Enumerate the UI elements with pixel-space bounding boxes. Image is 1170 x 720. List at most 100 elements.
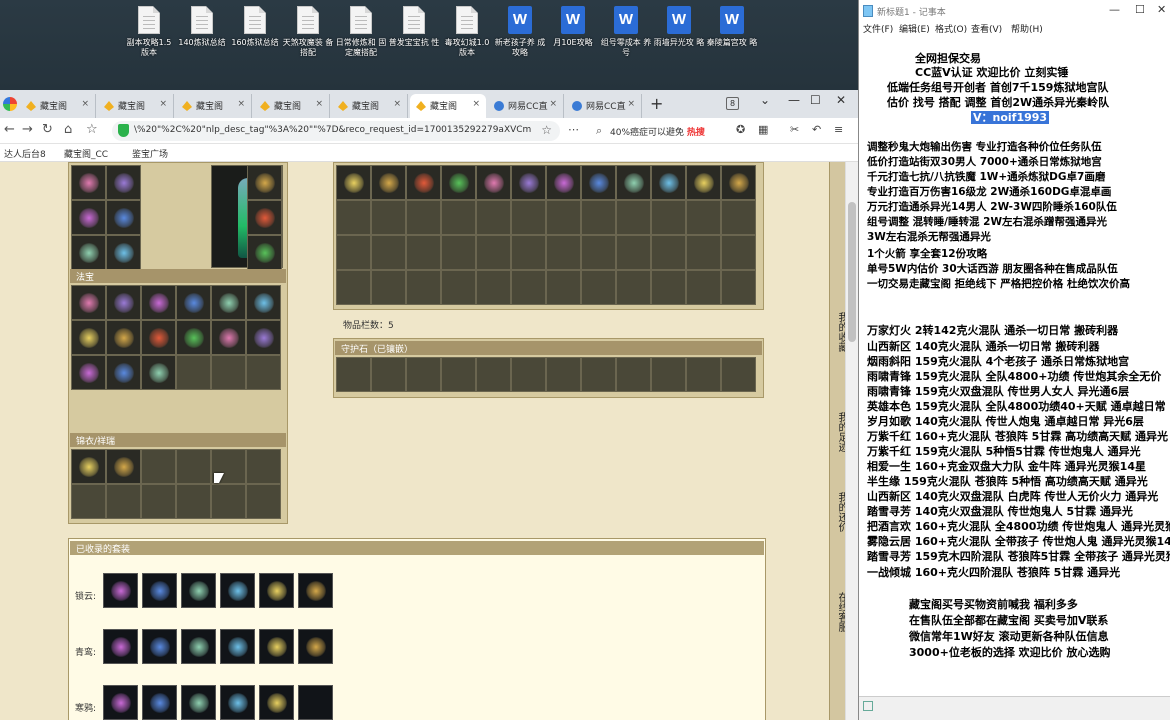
browser-tab[interactable]: 网易CC直 × (566, 94, 642, 118)
equipment-slot[interactable] (106, 200, 141, 235)
desktop-icon[interactable]: 普发宝宝抗 性 (387, 6, 441, 48)
suit-item-slot[interactable] (259, 685, 294, 720)
tab-close-icon[interactable]: × (237, 99, 245, 109)
desktop-icon[interactable]: W 月10E攻略 (546, 6, 600, 48)
pet-slot[interactable] (141, 449, 176, 484)
pet-slot[interactable] (176, 449, 211, 484)
desktop-icon[interactable]: 日常修炼和 固定魔搭配 (334, 6, 388, 58)
fabao-slot[interactable] (246, 355, 281, 390)
fabao-slot[interactable] (71, 285, 106, 320)
browser-tab[interactable]: 藏宝阁 × (410, 94, 486, 118)
desktop-icon[interactable]: 毒攻幻城1.0 版本 (440, 6, 494, 58)
inventory-slot[interactable] (371, 200, 406, 235)
desktop-icon[interactable]: 140炼狱总结 (175, 6, 229, 48)
tab-list-icon[interactable]: ⌄ (760, 93, 770, 107)
browser-tab[interactable]: 藏宝阁 × (176, 94, 252, 118)
minimize-icon[interactable]: — (1109, 3, 1120, 16)
bookmark-item[interactable]: 藏宝阁_CC (64, 147, 108, 160)
inventory-slot[interactable] (721, 165, 756, 200)
home-icon[interactable]: ⌂ (64, 122, 72, 137)
fabao-slot[interactable] (106, 285, 141, 320)
suit-item-slot[interactable] (259, 573, 294, 608)
inventory-slot[interactable] (476, 270, 511, 305)
browser-tab[interactable]: 藏宝阁 × (332, 94, 408, 118)
browser-logo-icon[interactable] (3, 97, 17, 111)
tab-close-icon[interactable]: × (627, 99, 635, 109)
suit-item-slot[interactable] (220, 573, 255, 608)
pet-slot[interactable] (141, 484, 176, 519)
inventory-slot[interactable] (336, 200, 371, 235)
desktop-icon[interactable]: 副本攻略1.5 版本 (122, 6, 176, 58)
side-link-service[interactable]: 在线客服 (836, 592, 845, 632)
pet-slot[interactable] (71, 484, 106, 519)
tab-count-badge[interactable]: 8 (726, 97, 739, 110)
pet-slot[interactable] (176, 484, 211, 519)
equipment-slot[interactable] (71, 165, 106, 200)
inventory-slot[interactable] (546, 270, 581, 305)
fabao-slot[interactable] (176, 285, 211, 320)
close-icon[interactable]: ✕ (836, 93, 846, 107)
inventory-slot[interactable] (651, 200, 686, 235)
scissors-icon[interactable]: ✂ (790, 123, 799, 136)
inventory-slot[interactable] (511, 165, 546, 200)
fabao-slot[interactable] (211, 355, 246, 390)
desktop-icon[interactable]: 天煞攻魔装 备搭配 (281, 6, 335, 58)
inventory-slot[interactable] (581, 270, 616, 305)
inventory-slot[interactable] (336, 270, 371, 305)
inventory-slot[interactable] (616, 200, 651, 235)
inventory-slot[interactable] (406, 235, 441, 270)
suit-item-slot[interactable] (103, 573, 138, 608)
tab-close-icon[interactable]: × (549, 99, 557, 109)
new-tab-icon[interactable]: + (650, 94, 663, 113)
favorite-star-icon[interactable]: ☆ (541, 123, 552, 137)
gem-slot[interactable] (371, 357, 406, 392)
browser-tab[interactable]: 藏宝阁 × (254, 94, 330, 118)
inventory-slot[interactable] (336, 165, 371, 200)
inventory-slot[interactable] (721, 270, 756, 305)
inventory-slot[interactable] (406, 200, 441, 235)
suit-item-slot[interactable] (181, 685, 216, 720)
inventory-slot[interactable] (546, 235, 581, 270)
forward-icon[interactable]: → (22, 122, 33, 137)
inventory-slot[interactable] (686, 200, 721, 235)
fabao-slot[interactable] (211, 285, 246, 320)
search-box[interactable]: ⌕ 40%癌症可以避免 热搜 (592, 121, 722, 141)
inventory-slot[interactable] (476, 165, 511, 200)
fabao-slot[interactable] (211, 320, 246, 355)
browser-tab[interactable]: 藏宝阁 × (20, 94, 96, 118)
inventory-slot[interactable] (511, 235, 546, 270)
equipment-slot[interactable] (247, 200, 282, 235)
inventory-slot[interactable] (476, 235, 511, 270)
maximize-icon[interactable]: ☐ (810, 93, 821, 107)
inventory-slot[interactable] (546, 200, 581, 235)
url-text[interactable]: \%20"%2C%20"nlp_desc_tag"%3A%20""%7D&rec… (134, 125, 534, 135)
equipment-slot[interactable] (247, 235, 282, 270)
suit-item-slot[interactable] (142, 573, 177, 608)
gem-slot[interactable] (546, 357, 581, 392)
fabao-slot[interactable] (71, 355, 106, 390)
maximize-icon[interactable]: ☐ (1135, 3, 1145, 16)
pet-slot[interactable] (246, 449, 281, 484)
close-icon[interactable]: ✕ (1157, 3, 1166, 16)
desktop-icon[interactable]: W 新老孩子养 成攻略 (493, 6, 547, 58)
inventory-slot[interactable] (336, 235, 371, 270)
bookmark-item[interactable]: 达人后台8 (4, 147, 46, 160)
suit-item-slot[interactable] (259, 629, 294, 664)
gem-slot[interactable] (336, 357, 371, 392)
fabao-slot[interactable] (176, 320, 211, 355)
gem-slot[interactable] (581, 357, 616, 392)
inventory-slot[interactable] (581, 235, 616, 270)
inventory-slot[interactable] (546, 165, 581, 200)
side-link-offers[interactable]: 我的还价 (836, 492, 845, 532)
equipment-slot[interactable] (106, 235, 141, 270)
desktop-icon[interactable]: W 雨墙异光攻 略 (652, 6, 706, 48)
inventory-slot[interactable] (441, 235, 476, 270)
suit-item-slot[interactable] (298, 629, 333, 664)
gem-slot[interactable] (721, 357, 756, 392)
inventory-slot[interactable] (721, 200, 756, 235)
browser-tab[interactable]: 藏宝阁 × (98, 94, 174, 118)
fabao-slot[interactable] (106, 355, 141, 390)
notepad-menu-item[interactable]: 编辑(E) (899, 22, 930, 35)
gem-slot[interactable] (686, 357, 721, 392)
pet-slot[interactable] (106, 449, 141, 484)
